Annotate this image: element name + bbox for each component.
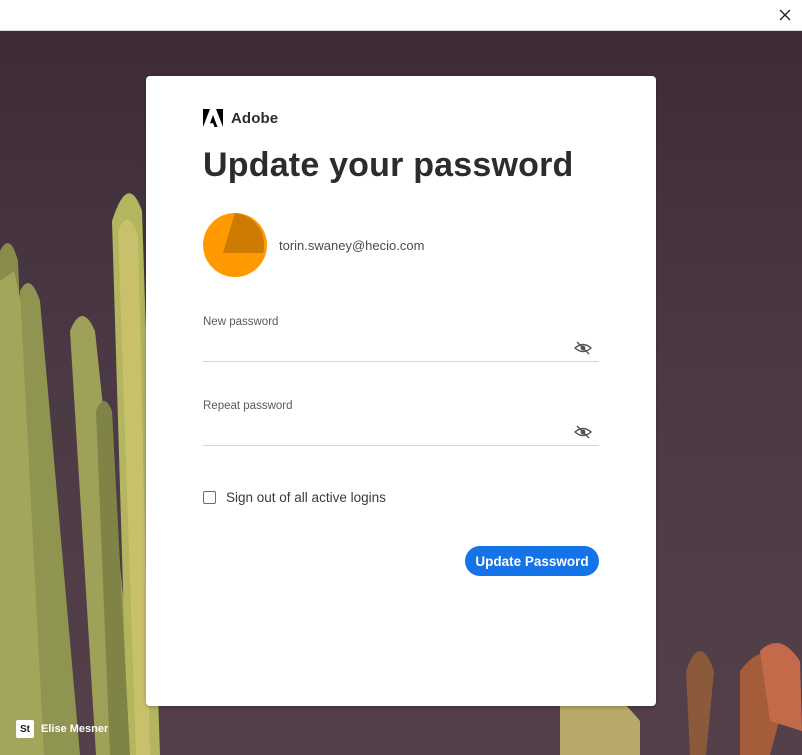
page-title: Update your password xyxy=(203,146,574,184)
sign-out-all-label: Sign out of all active logins xyxy=(226,490,386,505)
repeat-password-label: Repeat password xyxy=(203,400,293,412)
eye-hidden-icon xyxy=(574,425,592,439)
sign-out-all-option[interactable]: Sign out of all active logins xyxy=(203,490,386,505)
new-password-input[interactable] xyxy=(203,336,599,362)
update-password-button[interactable]: Update Password xyxy=(465,546,599,576)
eye-hidden-icon xyxy=(574,341,592,355)
sign-out-all-checkbox[interactable] xyxy=(203,491,216,504)
adobe-logo-icon xyxy=(203,109,223,127)
close-button[interactable] xyxy=(772,2,798,28)
credit-name: Elise Mesner xyxy=(41,723,109,735)
dialog-card: Adobe Update your password torin.swaney@… xyxy=(146,76,656,706)
brand-name: Adobe xyxy=(231,109,279,127)
title-bar xyxy=(0,0,802,31)
stock-badge: St xyxy=(16,720,34,738)
brand: Adobe xyxy=(203,109,278,127)
close-icon xyxy=(779,9,791,21)
account-email: torin.swaney@hecio.com xyxy=(279,238,425,253)
avatar xyxy=(203,213,267,277)
background-credit: St Elise Mesner xyxy=(16,720,108,738)
app-window: Adobe Update your password torin.swaney@… xyxy=(0,0,802,755)
show-repeat-password-toggle[interactable] xyxy=(573,422,593,442)
new-password-label: New password xyxy=(203,316,279,328)
show-new-password-toggle[interactable] xyxy=(573,338,593,358)
repeat-password-input[interactable] xyxy=(203,420,599,446)
